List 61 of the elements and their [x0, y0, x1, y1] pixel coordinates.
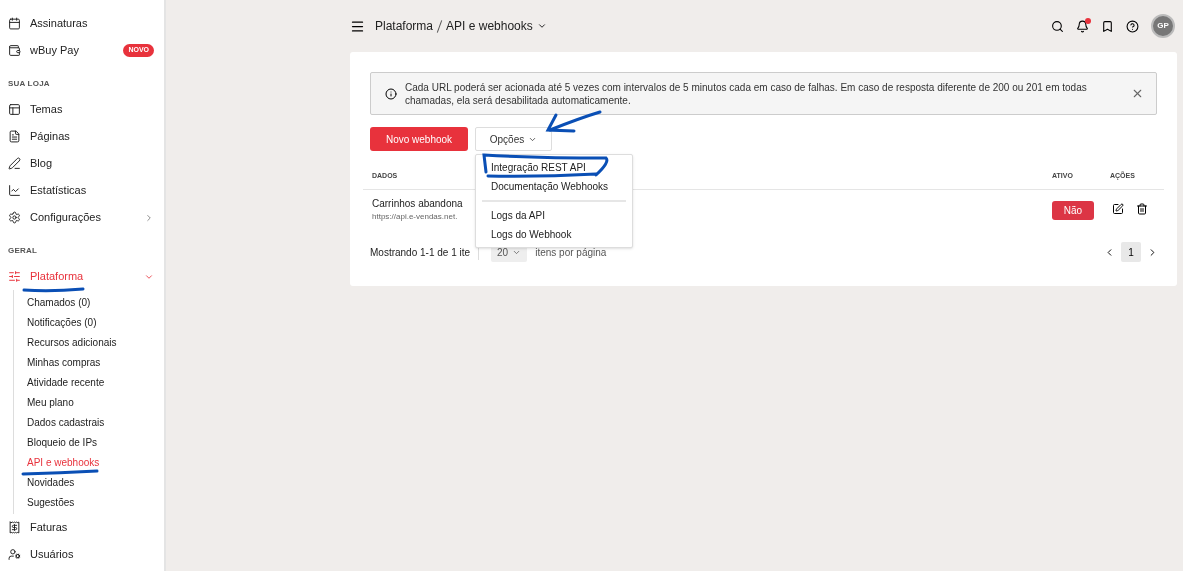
section-heading: SUA LOJA: [8, 78, 51, 90]
breadcrumb-link[interactable]: Plataforma: [375, 17, 434, 35]
submenu-item[interactable]: Notificações (0): [27, 312, 154, 332]
next-page-icon[interactable]: [1147, 246, 1158, 258]
new-webhook-button[interactable]: Novo webhook: [370, 127, 468, 151]
chevron-down-icon: [536, 21, 547, 31]
user-gear-icon: [8, 548, 21, 561]
notifications-button[interactable]: [1076, 19, 1089, 33]
search-icon[interactable]: [1051, 19, 1064, 33]
chart-icon: [8, 184, 21, 197]
sidebar-item[interactable]: Blog: [8, 150, 154, 177]
submenu-item[interactable]: Chamados (0): [27, 292, 154, 312]
menu-icon[interactable]: [350, 18, 365, 34]
sidebar-item[interactable]: Faturas: [8, 514, 154, 541]
submenu-item[interactable]: Sugestões: [27, 492, 154, 512]
document-icon: [8, 130, 21, 143]
receipt-icon: [8, 521, 21, 534]
sidebar-item[interactable]: Usuários: [8, 541, 154, 568]
sidebar-item[interactable]: Assinaturas: [8, 10, 154, 37]
calendar-icon: [8, 17, 21, 30]
sliders-icon: [8, 270, 21, 283]
menu-item[interactable]: Documentação Webhooks: [476, 177, 632, 196]
webhook-url: https://api.e-vendas.net.: [372, 210, 458, 223]
status-badge: Não: [1052, 201, 1094, 220]
alert-message: Cada URL poderá ser acionada até 5 vezes com intervalos de 5 minutos cada em caso de falhas. Em caso de resposta diferente de 200 ou 201 em todas chamadas, ela será desabilitada automaticamente.: [405, 80, 1088, 107]
underline-mark: [22, 287, 85, 293]
sidebar-item[interactable]: Temas: [8, 96, 154, 123]
section-heading: GERAL: [8, 245, 38, 257]
sidebar-item[interactable]: Configurações: [8, 204, 154, 231]
page-button[interactable]: 1: [1121, 242, 1141, 262]
menu-item[interactable]: Logs da API: [482, 206, 626, 225]
sidebar-item[interactable]: Plataforma: [8, 263, 154, 290]
info-icon: [385, 87, 397, 100]
submenu-item[interactable]: Bloqueio de IPs: [27, 432, 154, 452]
sidebar-item[interactable]: Páginas: [8, 123, 154, 150]
webhook-name: Carrinhos abandona: [372, 196, 463, 211]
submenu-item[interactable]: Atividade recente: [27, 372, 154, 392]
per-page-label: itens por página: [535, 245, 607, 260]
close-icon[interactable]: [1131, 87, 1144, 100]
submenu-item[interactable]: Novidades: [27, 472, 154, 492]
breadcrumb-current[interactable]: API e webhooks: [446, 17, 533, 35]
submenu-item[interactable]: Meu plano: [27, 392, 154, 412]
menu-item[interactable]: Logs do Webhook: [482, 225, 626, 244]
avatar[interactable]: GP: [1151, 14, 1175, 38]
submenu-item[interactable]: API e webhooks: [27, 452, 154, 472]
pagination-summary: Mostrando 1-1 de 1 ite: [370, 244, 480, 260]
submenu-item[interactable]: Dados cadastrais: [27, 412, 154, 432]
help-icon[interactable]: [1126, 19, 1139, 33]
chevron-right-icon: [144, 212, 154, 223]
edit-icon[interactable]: [1112, 203, 1124, 215]
pen-icon: [8, 157, 21, 170]
settings-icon: [8, 211, 21, 224]
sidebar-item[interactable]: Estatísticas: [8, 177, 154, 204]
submenu-item[interactable]: Minhas compras: [27, 352, 154, 372]
layout-icon: [8, 103, 21, 116]
submenu-item[interactable]: Recursos adicionais: [27, 332, 154, 352]
trash-icon[interactable]: [1136, 203, 1148, 215]
menu-item[interactable]: Integração REST API: [476, 158, 632, 177]
bookmark-icon[interactable]: [1101, 19, 1114, 33]
wallet-icon: [8, 44, 21, 57]
options-button[interactable]: Opções: [475, 127, 552, 151]
